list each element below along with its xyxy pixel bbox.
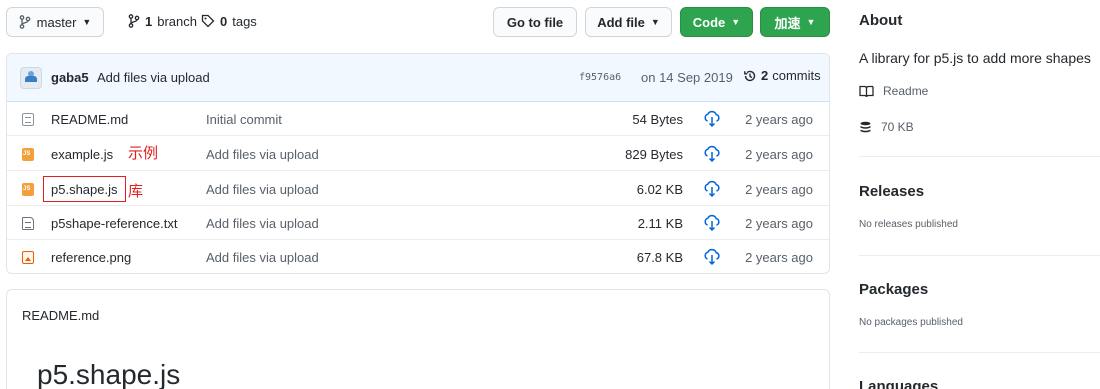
branches-count: 1 xyxy=(145,13,153,29)
file-age: 2 years ago xyxy=(745,147,813,162)
file-row-reference-png[interactable]: reference.png Add files via upload 67.8 … xyxy=(7,240,829,273)
file-size: 829 Bytes xyxy=(625,147,683,162)
file-commit-message[interactable]: Initial commit xyxy=(206,112,282,127)
commit-count: 2 xyxy=(761,68,769,83)
download-icon[interactable] xyxy=(703,248,721,266)
go-to-file-button[interactable]: Go to file xyxy=(493,7,577,37)
file-name[interactable]: p5.shape.js xyxy=(43,176,126,202)
history-icon xyxy=(744,70,756,81)
divider xyxy=(859,255,1100,256)
chevron-down-icon: ▼ xyxy=(82,17,92,27)
releases-heading[interactable]: Releases xyxy=(859,183,924,200)
commit-message[interactable]: Add files via upload xyxy=(97,70,210,85)
releases-note: No releases published xyxy=(859,219,958,230)
file-name[interactable]: example.js xyxy=(51,147,113,162)
js-file-icon xyxy=(22,183,34,196)
chevron-down-icon: ▼ xyxy=(806,17,816,27)
packages-heading[interactable]: Packages xyxy=(859,281,928,298)
about-heading: About xyxy=(859,12,903,29)
commit-sha[interactable]: f9576a6 xyxy=(579,72,621,83)
download-icon[interactable] xyxy=(703,110,721,128)
divider xyxy=(859,156,1100,157)
download-icon[interactable] xyxy=(703,214,721,232)
branch-name: master xyxy=(36,14,77,30)
about-description: A library for p5.js to add more shapes xyxy=(859,50,1091,66)
readme-link-label: Readme xyxy=(883,84,929,98)
commits-link[interactable]: 2 commits xyxy=(743,68,821,83)
commit-author[interactable]: gaba5 xyxy=(51,70,89,85)
book-icon xyxy=(859,85,874,97)
latest-commit-bar: gaba5 Add files via upload f9576a6 on 14… xyxy=(7,54,829,102)
file-commit-message[interactable]: Add files via upload xyxy=(206,216,319,231)
download-icon[interactable] xyxy=(703,180,721,198)
file-size: 2.11 KB xyxy=(637,216,683,231)
file-row-readme[interactable]: README.md Initial commit 54 Bytes 2 year… xyxy=(7,102,829,136)
file-row-example-js[interactable]: example.js 示例 Add files via upload 829 B… xyxy=(7,137,829,171)
tags-count: 0 xyxy=(220,13,228,29)
languages-heading: Languages xyxy=(859,378,939,389)
file-name[interactable]: p5shape-reference.txt xyxy=(51,216,177,231)
go-to-file-label: Go to file xyxy=(506,14,564,30)
annotation-example: 示例 xyxy=(128,145,159,162)
branch-icon xyxy=(128,14,140,28)
download-icon[interactable] xyxy=(703,145,721,163)
code-label: Code xyxy=(692,14,726,30)
annotation-library: 库 xyxy=(128,183,144,200)
file-commit-message[interactable]: Add files via upload xyxy=(206,147,319,162)
commit-date: on 14 Sep 2019 xyxy=(641,70,733,85)
accelerate-button[interactable]: 加速 ▼ xyxy=(760,7,830,37)
chevron-down-icon: ▼ xyxy=(650,17,660,27)
file-row-p5-shape-js[interactable]: p5.shape.js 库 Add files via upload 6.02 … xyxy=(7,172,829,206)
js-file-icon xyxy=(22,148,34,161)
branch-icon xyxy=(19,15,31,29)
branches-link[interactable]: 1 branch xyxy=(128,10,197,32)
file-age: 2 years ago xyxy=(745,216,813,231)
file-listing: gaba5 Add files via upload f9576a6 on 14… xyxy=(6,53,830,274)
image-file-icon xyxy=(22,251,34,264)
file-name[interactable]: README.md xyxy=(51,112,128,127)
readme-panel: README.md p5.shape.js xyxy=(6,289,830,389)
commit-count-word: commits xyxy=(772,68,821,83)
accelerate-label: 加速 xyxy=(774,15,801,31)
add-file-label: Add file xyxy=(597,14,645,30)
database-icon xyxy=(860,121,871,132)
repo-size-value: 70 KB xyxy=(881,120,914,134)
tag-icon xyxy=(201,14,215,28)
branch-select-button[interactable]: master ▼ xyxy=(6,7,104,37)
file-size: 6.02 KB xyxy=(636,182,683,197)
add-file-button[interactable]: Add file ▼ xyxy=(585,7,672,37)
file-age: 2 years ago xyxy=(745,112,813,127)
branches-word: branch xyxy=(157,13,197,29)
file-size: 54 Bytes xyxy=(632,112,683,127)
markdown-file-icon xyxy=(22,113,34,126)
avatar[interactable] xyxy=(20,67,42,89)
chevron-down-icon: ▼ xyxy=(731,17,741,27)
readme-link[interactable]: Readme xyxy=(859,84,928,98)
file-commit-message[interactable]: Add files via upload xyxy=(206,250,319,265)
packages-note: No packages published xyxy=(859,317,963,328)
file-size: 67.8 KB xyxy=(636,250,683,265)
file-commit-message[interactable]: Add files via upload xyxy=(206,182,319,197)
file-age: 2 years ago xyxy=(745,250,813,265)
readme-filename: README.md xyxy=(22,308,100,323)
divider xyxy=(859,352,1100,353)
file-age: 2 years ago xyxy=(745,182,813,197)
text-file-icon xyxy=(22,217,34,230)
file-row-reference-txt[interactable]: p5shape-reference.txt Add files via uplo… xyxy=(7,206,829,240)
tags-link[interactable]: 0 tags xyxy=(201,10,257,32)
code-button[interactable]: Code ▼ xyxy=(680,7,753,37)
readme-heading: p5.shape.js xyxy=(37,359,181,389)
repo-size: 70 KB xyxy=(859,120,914,134)
file-name[interactable]: reference.png xyxy=(51,250,131,265)
tags-word: tags xyxy=(232,13,257,29)
